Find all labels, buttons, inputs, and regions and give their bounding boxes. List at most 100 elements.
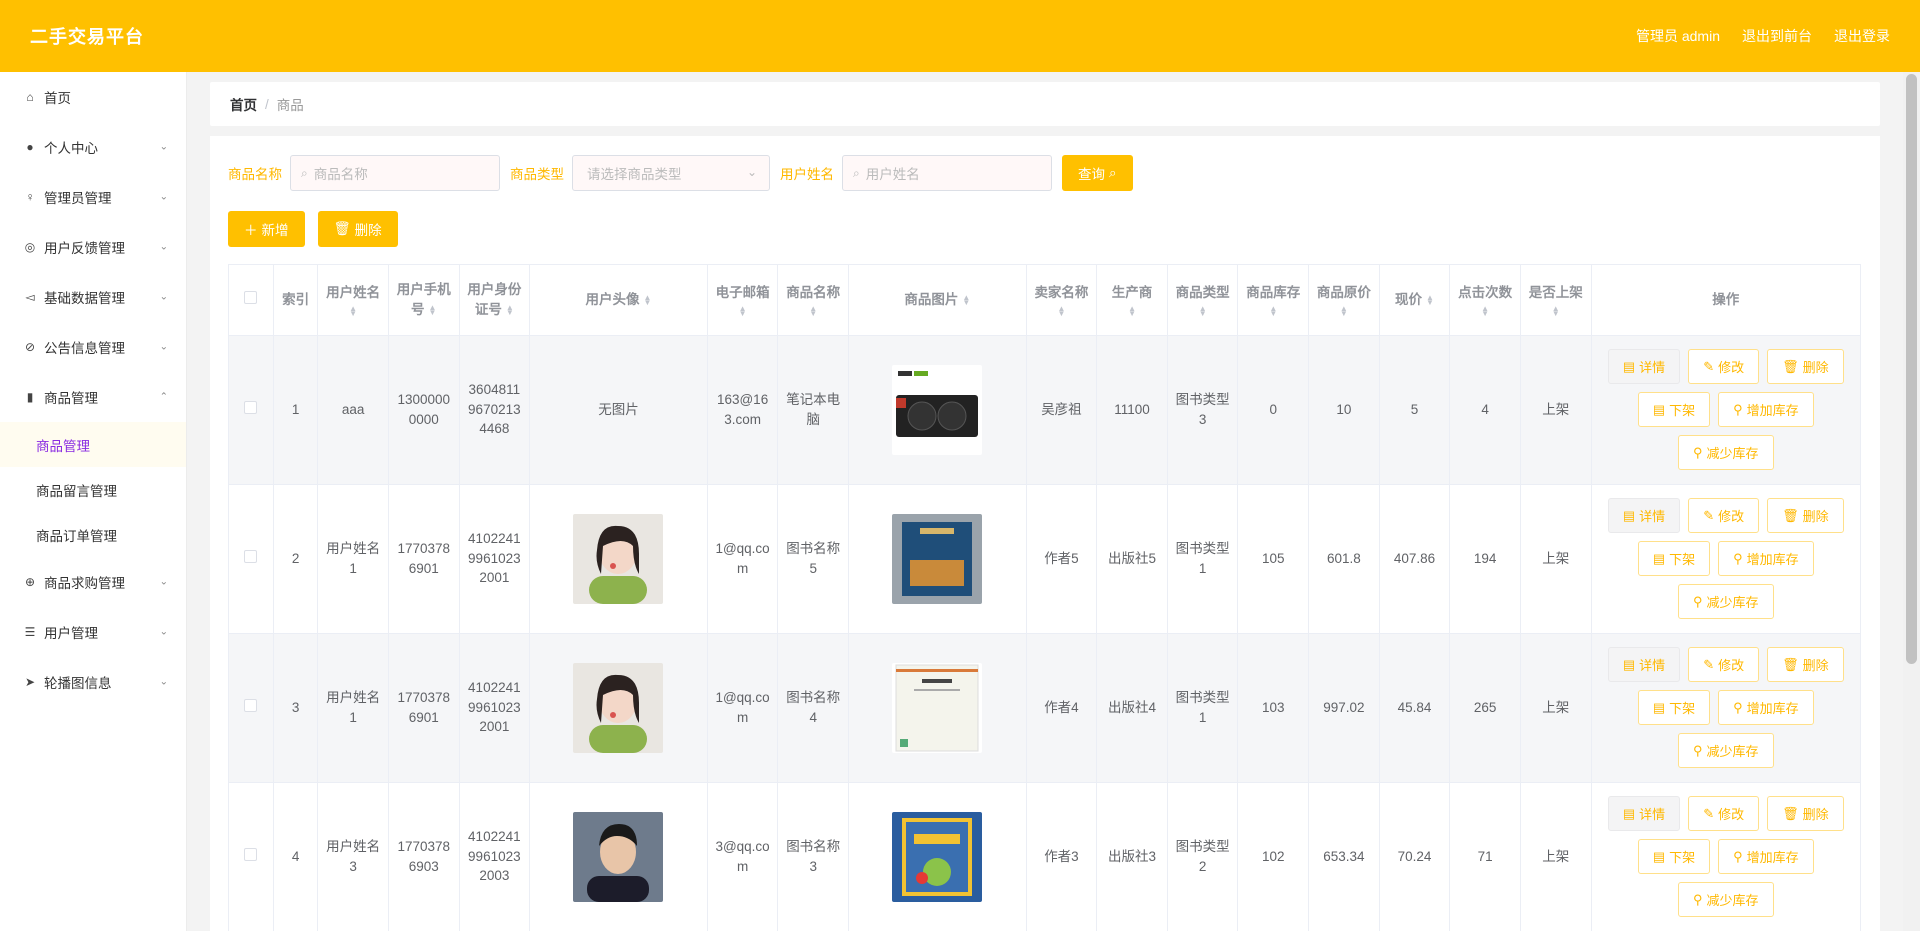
reduce-stock-button[interactable]: ⚲ 减少库存 — [1677, 733, 1774, 768]
row-select-cell[interactable] — [229, 782, 274, 931]
sidebar-item-feedback[interactable]: ◎ 用户反馈管理 ⌄ — [0, 222, 186, 272]
column-header[interactable]: 生产商 ▲ ▼ — [1096, 265, 1168, 336]
sidebar-subitem-goods[interactable]: 商品管理 — [0, 422, 186, 467]
chevron-down-icon: ⌄ — [159, 676, 168, 688]
admin-label[interactable]: 管理员 admin — [1636, 26, 1720, 46]
row-select-cell[interactable] — [229, 484, 274, 634]
row-checkbox[interactable] — [244, 400, 258, 414]
off-shelf-button[interactable]: ▤ 下架 — [1637, 541, 1711, 576]
column-header[interactable]: 卖家名称 ▲ ▼ — [1026, 265, 1098, 336]
trash-icon: 🗑 — [1782, 507, 1799, 523]
cell-id-card: 410224199610232001 — [459, 484, 531, 634]
cell-maker: 出版社3 — [1096, 782, 1168, 931]
sort-icon: ▲ ▼ — [643, 293, 652, 308]
edit-button[interactable]: ✎ 修改 — [1688, 498, 1760, 533]
sidebar-item-label: 用户反馈管理 — [44, 241, 125, 256]
add-button[interactable]: ＋ 新增 — [228, 211, 305, 247]
batch-delete-button[interactable]: 🗑 删除 — [317, 211, 398, 247]
sidebar-item-base-data[interactable]: ◅ 基础数据管理 ⌄ — [0, 272, 186, 322]
column-header[interactable]: 用户手机号 ▲ ▼ — [388, 265, 460, 336]
column-header[interactable]: 现价 ▲ ▼ — [1379, 265, 1451, 336]
cell-product: 笔记本电脑 — [777, 335, 849, 485]
pin-icon: ⚲ — [1692, 891, 1703, 907]
detail-button[interactable]: ▤ 详情 — [1607, 647, 1681, 682]
page-scrollbar[interactable] — [1903, 72, 1920, 931]
reduce-stock-button[interactable]: ⚲ 减少库存 — [1677, 584, 1774, 619]
row-checkbox[interactable] — [244, 549, 258, 563]
column-header[interactable]: 用户姓名 ▲ ▼ — [317, 265, 389, 336]
column-header[interactable]: 商品原价 ▲ ▼ — [1308, 265, 1380, 336]
document-icon: ▤ — [1652, 699, 1666, 715]
column-header[interactable]: 点击次数 ▲ ▼ — [1449, 265, 1521, 336]
logout-link[interactable]: 退出登录 — [1834, 26, 1890, 46]
product-name-placeholder: 商品名称 — [313, 167, 368, 182]
column-header[interactable]: 用户身份证号 ▲ ▼ — [459, 265, 531, 336]
column-header[interactable]: 商品名称 ▲ ▼ — [777, 265, 849, 336]
off-shelf-button[interactable]: ▤ 下架 — [1637, 392, 1711, 427]
row-select-cell[interactable] — [229, 335, 274, 485]
sidebar-item-home[interactable]: ⌂ 首页 — [0, 72, 186, 122]
add-stock-button[interactable]: ⚲ 增加库存 — [1718, 541, 1814, 576]
detail-button[interactable]: ▤ 详情 — [1607, 796, 1681, 831]
add-stock-button[interactable]: ⚲ 增加库存 — [1718, 392, 1814, 427]
detail-button[interactable]: ▤ 详情 — [1607, 349, 1681, 384]
sidebar-item-purchase[interactable]: ⊕ 商品求购管理 ⌄ — [0, 557, 186, 607]
app-title: 二手交易平台 — [30, 27, 144, 47]
delete-button[interactable]: 🗑 删除 — [1767, 349, 1844, 384]
reduce-stock-button[interactable]: ⚲ 减少库存 — [1677, 882, 1774, 917]
scrollbar-thumb[interactable] — [1906, 74, 1917, 664]
delete-button[interactable]: 🗑 删除 — [1767, 796, 1844, 831]
chevron-down-icon: ⌄ — [159, 141, 168, 153]
select-all-cell[interactable] — [229, 265, 274, 336]
sidebar-item-profile[interactable]: ● 个人中心 ⌄ — [0, 122, 186, 172]
breadcrumb-separator: / — [265, 96, 269, 112]
add-stock-button[interactable]: ⚲ 增加库存 — [1718, 839, 1814, 874]
column-header[interactable]: 是否上架 ▲ ▼ — [1520, 265, 1592, 336]
sidebar-item-goods[interactable]: ▮ 商品管理 ⌃ — [0, 372, 186, 422]
cell-product-image — [848, 335, 1027, 485]
row-checkbox[interactable] — [244, 698, 258, 712]
off-shelf-button[interactable]: ▤ 下架 — [1637, 690, 1711, 725]
graphics-card-image — [892, 364, 983, 455]
reduce-stock-button[interactable]: ⚲ 减少库存 — [1677, 435, 1774, 470]
sidebar-item-notice[interactable]: ⊘ 公告信息管理 ⌄ — [0, 322, 186, 372]
sort-icon: ▲ ▼ — [962, 293, 971, 308]
cell-type: 图书类型3 — [1167, 335, 1239, 485]
cell-phone: 17703786901 — [388, 633, 460, 783]
row-checkbox[interactable] — [244, 847, 258, 861]
sidebar-subitem-goods-comments[interactable]: 商品留言管理 — [0, 467, 186, 512]
product-type-select[interactable]: 请选择商品类型 ⌄ — [572, 155, 770, 191]
select-all-checkbox[interactable] — [244, 290, 258, 304]
column-header[interactable]: 商品库存 ▲ ▼ — [1237, 265, 1310, 336]
add-stock-button[interactable]: ⚲ 增加库存 — [1718, 690, 1814, 725]
column-header[interactable]: 商品类型 ▲ ▼ — [1167, 265, 1239, 336]
sidebar-item-carousel[interactable]: ➤ 轮播图信息 ⌄ — [0, 657, 186, 707]
cell-now-price: 407.86 — [1379, 484, 1451, 634]
product-name-input[interactable]: ⌕ 商品名称 — [290, 155, 500, 191]
query-button[interactable]: 查询 ⌕ — [1062, 155, 1133, 191]
user-name-input[interactable]: ⌕ 用户姓名 — [842, 155, 1052, 191]
sidebar-item-admin[interactable]: ♀ 管理员管理 ⌄ — [0, 172, 186, 222]
breadcrumb-home[interactable]: 首页 — [230, 94, 257, 114]
off-shelf-button[interactable]: ▤ 下架 — [1637, 839, 1711, 874]
sidebar-item-users[interactable]: ☰ 用户管理 ⌄ — [0, 607, 186, 657]
edit-button[interactable]: ✎ 修改 — [1688, 349, 1760, 384]
sort-icon: ▲ ▼ — [1551, 304, 1560, 319]
delete-button[interactable]: 🗑 删除 — [1767, 647, 1844, 682]
delete-button[interactable]: 🗑 删除 — [1767, 498, 1844, 533]
detail-button[interactable]: ▤ 详情 — [1607, 498, 1681, 533]
column-header[interactable]: 电子邮箱 ▲ ▼ — [707, 265, 779, 336]
to-front-link[interactable]: 退出到前台 — [1742, 26, 1812, 46]
row-select-cell[interactable] — [229, 633, 274, 783]
user-icon: ● — [26, 140, 34, 154]
cell-product: 图书名称5 — [777, 484, 849, 634]
batch-delete-label: 删除 — [354, 223, 382, 238]
column-header[interactable]: 商品图片 ▲ ▼ — [848, 265, 1027, 336]
sidebar-subitem-goods-orders[interactable]: 商品订单管理 — [0, 512, 186, 557]
search-bar: 商品名称 ⌕ 商品名称 商品类型 请选择商品类型 ⌄ 用户姓名 ⌕ 用户姓名 查… — [228, 155, 1133, 191]
edit-button[interactable]: ✎ 修改 — [1688, 647, 1760, 682]
column-header[interactable]: 用户头像 ▲ ▼ — [529, 265, 708, 336]
chevron-down-icon: ⌄ — [159, 626, 168, 638]
edit-button[interactable]: ✎ 修改 — [1688, 796, 1760, 831]
cell-phone: 17703786903 — [388, 782, 460, 931]
